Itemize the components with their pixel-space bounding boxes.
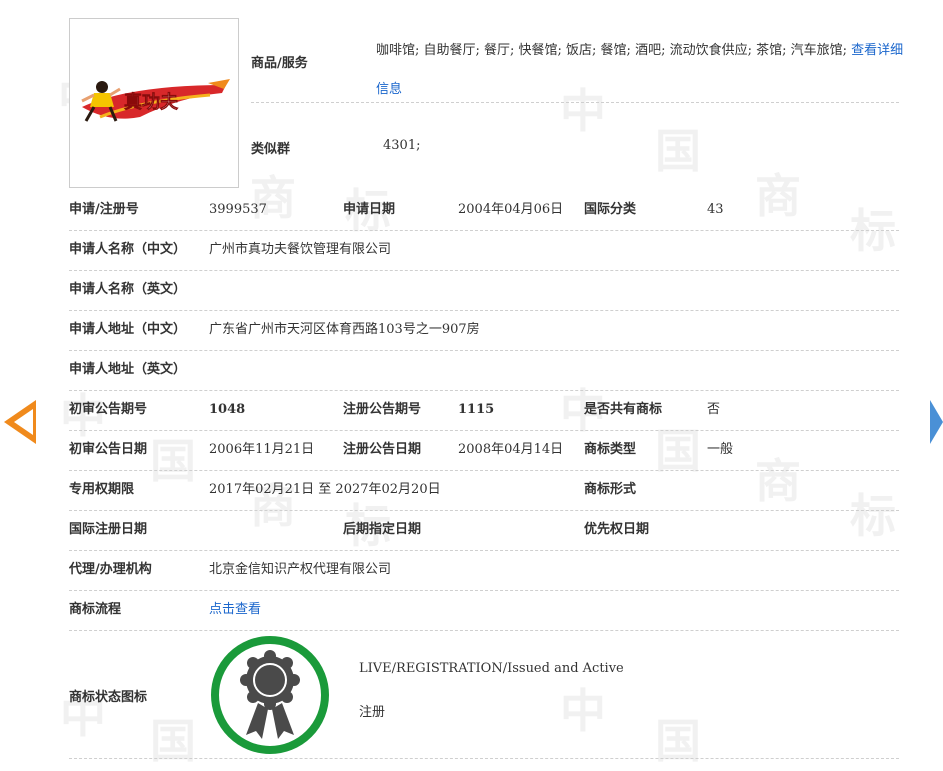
agent-label: 代理/办理机构 <box>69 562 152 577</box>
applicant-address-cn-label: 申请人地址（中文） <box>69 322 187 337</box>
status-text-en: LIVE/REGISTRATION/Issued and Active <box>359 661 624 676</box>
preliminary-announcement-date-value: 2006年11月21日 <box>209 442 315 457</box>
divider <box>69 758 899 759</box>
registration-row: 申请/注册号 3999537 申请日期 2004年04月06日 国际分类 43 <box>69 190 899 230</box>
goods-services-value: 咖啡馆; 自助餐厅; 餐厅; 快餐馆; 饭店; 餐馆; 酒吧; 流动饮食供应; … <box>376 31 906 109</box>
similar-group-value: 4301; <box>383 138 421 153</box>
trademark-process-label: 商标流程 <box>69 602 122 617</box>
applicant-name-en-label: 申请人名称（英文） <box>69 282 187 297</box>
shared-trademark-label: 是否共有商标 <box>584 402 663 417</box>
trademark-type-label: 商标类型 <box>584 442 637 457</box>
applicant-address-cn-row: 申请人地址（中文） 广东省广州市天河区体育西路103号之一907房 <box>69 310 899 350</box>
international-registration-date-label: 国际注册日期 <box>69 522 148 537</box>
goods-services-label: 商品/服务 <box>251 56 308 71</box>
shared-trademark-value: 否 <box>707 402 721 417</box>
trademark-form-label: 商标形式 <box>584 482 637 497</box>
agent-row: 代理/办理机构 北京金信知识产权代理有限公司 <box>69 550 899 590</box>
divider <box>69 630 899 631</box>
registration-number-value: 3999537 <box>209 202 267 217</box>
registration-announcement-number-label: 注册公告期号 <box>343 402 422 417</box>
application-date-label: 申请日期 <box>343 202 396 217</box>
applicant-address-cn-value: 广东省广州市天河区体育西路103号之一907房 <box>209 322 480 337</box>
preliminary-announcement-date-label: 初审公告日期 <box>69 442 148 457</box>
trademark-logo-text: 真功夫 <box>124 91 179 113</box>
registered-award-icon <box>211 636 329 754</box>
registration-announcement-number-value: 1115 <box>458 402 495 417</box>
dates-row: 国际注册日期 后期指定日期 优先权日期 <box>69 510 899 550</box>
trademark-detail: 真功夫 商品/服务 咖啡馆; 自助餐厅; 餐厅; 快餐馆; 饭店; 餐馆; 酒吧… <box>0 0 943 764</box>
exclusive-term-value: 2017年02月21日 至 2027年02月20日 <box>209 482 441 497</box>
previous-arrow-icon[interactable] <box>4 400 36 444</box>
applicant-name-cn-label: 申请人名称（中文） <box>69 242 187 257</box>
status-text-cn: 注册 <box>359 705 386 720</box>
international-class-value: 43 <box>707 202 724 217</box>
announcement-number-row: 初审公告期号 1048 注册公告期号 1115 是否共有商标 否 <box>69 390 899 430</box>
applicant-name-cn-row: 申请人名称（中文） 广州市真功夫餐饮管理有限公司 <box>69 230 899 270</box>
applicant-name-cn-value: 广州市真功夫餐饮管理有限公司 <box>209 242 392 257</box>
preliminary-announcement-number-value: 1048 <box>209 402 246 417</box>
priority-date-label: 优先权日期 <box>584 522 650 537</box>
trademark-logo: 真功夫 <box>81 79 230 122</box>
preliminary-announcement-number-label: 初审公告期号 <box>69 402 148 417</box>
registration-announcement-date-label: 注册公告日期 <box>343 442 422 457</box>
exclusive-term-label: 专用权期限 <box>69 482 135 497</box>
international-class-label: 国际分类 <box>584 202 637 217</box>
process-row: 商标流程 点击查看 <box>69 590 899 630</box>
registration-announcement-date-value: 2008年04月14日 <box>458 442 564 457</box>
similar-group-label: 类似群 <box>251 142 291 157</box>
applicant-address-en-label: 申请人地址（英文） <box>69 362 187 377</box>
registration-number-label: 申请/注册号 <box>69 202 139 217</box>
next-arrow-icon[interactable] <box>930 400 943 444</box>
status-icon-label: 商标状态图标 <box>69 690 148 705</box>
view-process-link[interactable]: 点击查看 <box>209 590 261 630</box>
divider <box>251 102 899 103</box>
agent-value: 北京金信知识产权代理有限公司 <box>209 562 392 577</box>
trademark-image[interactable]: 真功夫 <box>69 18 239 188</box>
exclusive-term-row: 专用权期限 2017年02月21日 至 2027年02月20日 商标形式 <box>69 470 899 510</box>
later-designation-date-label: 后期指定日期 <box>343 522 422 537</box>
applicant-address-en-row: 申请人地址（英文） <box>69 350 899 390</box>
goods-services-text: 咖啡馆; 自助餐厅; 餐厅; 快餐馆; 饭店; 餐馆; 酒吧; 流动饮食供应; … <box>376 43 847 58</box>
applicant-name-en-row: 申请人名称（英文） <box>69 270 899 310</box>
announcement-date-row: 初审公告日期 2006年11月21日 注册公告日期 2008年04月14日 商标… <box>69 430 899 470</box>
trademark-type-value: 一般 <box>707 442 734 457</box>
application-date-value: 2004年04月06日 <box>458 202 564 217</box>
